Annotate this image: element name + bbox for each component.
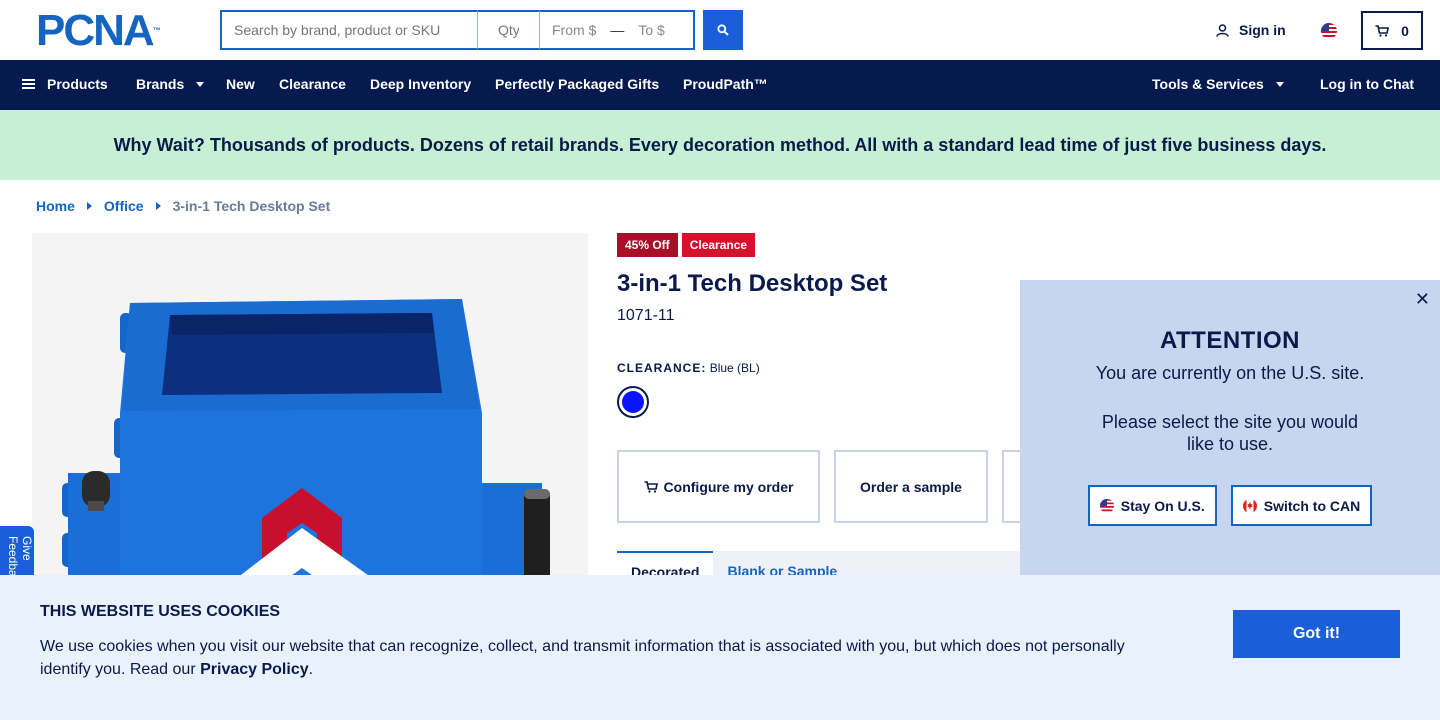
nav-new[interactable]: New xyxy=(226,76,255,92)
nav-brands[interactable]: Brands xyxy=(136,76,205,92)
cookie-banner: THIS WEBSITE USES COOKIES We use cookies… xyxy=(0,575,1440,720)
chevron-down-icon xyxy=(196,81,205,87)
close-icon[interactable]: ✕ xyxy=(1415,289,1430,310)
hamburger-icon xyxy=(22,77,35,91)
site-select-panel: ✕ ATTENTION You are currently on the U.S… xyxy=(1020,280,1440,580)
nav-deep-inventory[interactable]: Deep Inventory xyxy=(370,76,471,92)
price-from-input[interactable]: From $ xyxy=(552,22,596,38)
search-button[interactable] xyxy=(703,10,743,50)
cookie-title: THIS WEBSITE USES COOKIES xyxy=(40,603,281,620)
attention-message: You are currently on the U.S. site. xyxy=(1095,363,1365,383)
breadcrumb-separator-icon xyxy=(86,202,92,210)
cart-button[interactable]: 0 xyxy=(1361,11,1423,50)
cart-icon xyxy=(1375,24,1390,37)
nav-proudpath[interactable]: ProudPath™ xyxy=(683,76,768,92)
selected-color: Blue (BL) xyxy=(709,361,760,375)
cart-count: 0 xyxy=(1401,22,1409,39)
promo-banner: Why Wait? Thousands of products. Dozens … xyxy=(0,110,1440,180)
nav-products[interactable]: Products xyxy=(22,76,108,92)
product-sku: 1071-11 xyxy=(617,307,675,324)
breadcrumb: Home Office 3-in-1 Tech Desktop Set xyxy=(36,198,330,214)
breadcrumb-home[interactable]: Home xyxy=(36,198,75,214)
canada-flag-icon xyxy=(1242,498,1257,513)
main-nav: Products Brands New Clearance Deep Inven… xyxy=(0,60,1440,110)
cookie-text: We use cookies when you visit our websit… xyxy=(40,638,1125,678)
stay-us-button[interactable]: Stay On U.S. xyxy=(1087,485,1217,526)
search-bar: From $ — To $ xyxy=(220,10,695,50)
attention-title: ATTENTION xyxy=(1159,327,1301,354)
pcna-logo[interactable]: PCNA™ xyxy=(36,9,161,53)
quantity-input[interactable] xyxy=(478,10,540,50)
search-icon xyxy=(717,24,729,36)
chevron-down-icon xyxy=(1275,81,1284,87)
us-flag-icon xyxy=(1099,498,1114,513)
switch-can-button[interactable]: Switch to CAN xyxy=(1230,485,1373,526)
us-flag-icon[interactable] xyxy=(1321,23,1337,44)
price-dash: — xyxy=(610,22,625,38)
breadcrumb-current: 3-in-1 Tech Desktop Set xyxy=(172,198,331,214)
sign-in-link[interactable]: Sign in xyxy=(1216,22,1286,38)
nav-chat-login[interactable]: Log in to Chat xyxy=(1320,76,1414,92)
nav-clearance[interactable]: Clearance xyxy=(279,76,346,92)
order-sample-button[interactable]: Order a sample xyxy=(834,450,988,523)
price-to-input[interactable]: To $ xyxy=(638,22,664,38)
price-range[interactable]: From $ — To $ xyxy=(540,10,695,50)
breadcrumb-separator-icon xyxy=(155,202,161,210)
breadcrumb-office[interactable]: Office xyxy=(104,198,144,214)
search-input[interactable] xyxy=(220,10,478,50)
privacy-policy-link[interactable]: Privacy Policy xyxy=(200,661,309,678)
product-title: 3-in-1 Tech Desktop Set xyxy=(617,270,888,297)
product-badges: 45% Off Clearance xyxy=(617,233,756,257)
attention-prompt: Please select the site you would like to… xyxy=(1101,412,1359,454)
clearance-badge: Clearance xyxy=(681,233,756,257)
nav-gifts[interactable]: Perfectly Packaged Gifts xyxy=(495,76,659,92)
color-swatch-blue[interactable] xyxy=(617,386,649,418)
discount-badge: 45% Off xyxy=(617,233,678,257)
swatch-fill xyxy=(622,391,644,413)
configure-order-button[interactable]: Configure my order xyxy=(617,450,820,523)
site-header: PCNA™ From $ — To $ Sign in 0 xyxy=(0,0,1440,60)
user-icon xyxy=(1216,23,1229,37)
cart-icon xyxy=(644,480,658,493)
got-it-button[interactable]: Got it! xyxy=(1233,610,1400,658)
nav-tools-services[interactable]: Tools & Services xyxy=(1152,76,1284,92)
color-label: CLEARANCE: Blue (BL) xyxy=(617,361,760,375)
